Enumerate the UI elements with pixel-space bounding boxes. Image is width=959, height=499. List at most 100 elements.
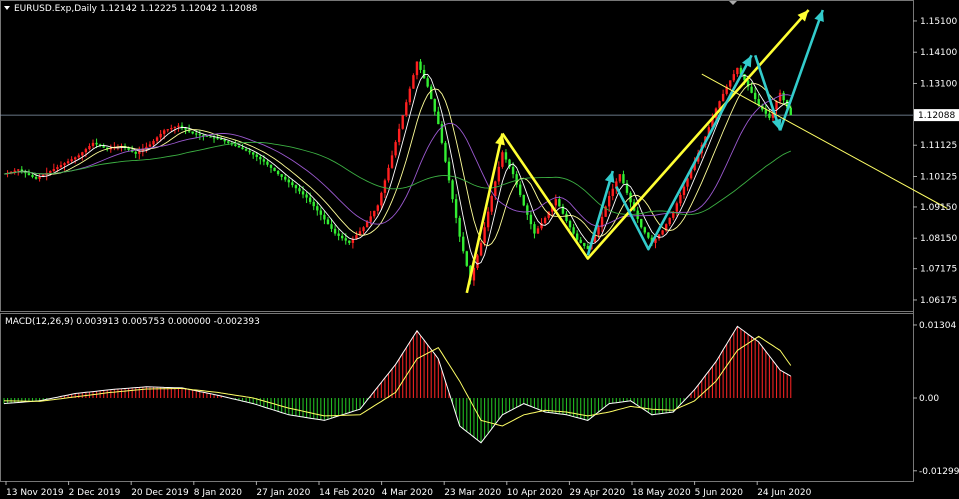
time-tick-label: 20 Dec 2019 [131,488,189,498]
candle-body [77,155,80,158]
candle-body [447,161,451,181]
macd-tick-label: 0.01304 [919,321,956,331]
candle-body [437,111,440,125]
candle-body [266,161,269,165]
price-tick-label: 1.06175 [920,296,957,306]
candle-body [84,149,88,153]
candle-body [255,154,258,157]
candle-body [198,134,201,136]
candle-body [565,213,568,222]
candle-body [483,227,486,243]
candle-body [326,219,330,225]
candle-body [462,236,465,252]
candle-body [430,86,433,100]
candle-body [401,115,404,129]
candle-body [526,205,529,215]
candle-body [248,150,251,153]
candle-body [17,169,20,171]
candle-body [216,138,219,140]
wave-arrowhead [814,10,824,23]
candle-body [753,92,757,100]
candle-body [102,145,105,148]
candle-body [52,169,56,172]
price-tick-label: 1.09150 [920,203,957,213]
scroll-marker-icon[interactable] [729,1,737,5]
candle-body [227,141,230,143]
candle-body [237,145,241,148]
candle-body [490,196,493,212]
time-tick-label: 24 Jun 2020 [757,488,811,498]
candle-body [732,74,735,81]
candle-body [95,142,98,145]
macd-line [3,325,792,444]
candle-body [330,224,333,229]
candle-body [333,228,337,234]
candle-body [419,61,422,70]
macd-tick-label: 0.00 [919,394,939,404]
candle-body [376,205,379,211]
candle-body [479,242,483,256]
candle-body [63,163,66,166]
candle-body [195,133,198,135]
candle-body [219,138,223,140]
candle-body [166,129,169,131]
candle-body [273,167,276,172]
candle-body [497,166,501,182]
price-tick-label: 1.08150 [920,234,957,244]
candle-body [284,176,287,180]
current-price-label: 1.12088 [918,111,955,121]
candle-body [579,239,582,243]
time-tick-label: 4 Mar 2020 [382,488,434,498]
wave-arrow-line [501,9,810,260]
price-tick-label: 1.11125 [920,141,957,151]
candle-body [276,171,280,175]
chart-canvas[interactable]: 1.15100 1.14100 1.13100 1.12088 1.11125 1.101… [0,0,959,499]
candle-body [155,137,159,141]
candle-body [66,161,70,164]
candle-body [13,170,16,172]
chart-menu-triangle-icon[interactable] [4,6,10,10]
candle-body [533,224,536,234]
candle-body [583,242,586,247]
candle-body [365,221,369,228]
price-tick-label: 1.14100 [920,48,957,58]
candle-body [259,156,262,160]
candle-body [668,217,671,225]
candle-body [383,180,387,193]
candle-body [134,151,137,154]
candle-body [465,251,468,266]
candle-body [789,107,792,116]
candle-body [408,88,412,103]
candle-body [568,221,572,228]
candle-body [244,149,248,151]
price-tick-label: 1.15100 [920,17,957,27]
candle-body [234,144,237,146]
candle-body [305,194,308,198]
candle-body [138,151,141,154]
candle-body [529,214,533,225]
candle-body [750,86,753,93]
candle-body [294,185,298,189]
candle-body [323,214,326,220]
price-tick-label: 1.13100 [920,79,957,89]
candle-body [679,194,682,204]
candle-body [291,182,294,186]
time-tick-label: 14 Feb 2020 [319,488,375,498]
candle-body [173,126,177,129]
candle-body [397,128,401,143]
candle-body [287,179,290,183]
candle-body [70,159,73,162]
candle-body [643,227,646,233]
time-tick-label: 5 Jun 2020 [695,488,744,498]
symbol-header: EURUSD.Exp,Daily 1.12142 1.12225 1.12042… [14,4,258,14]
candle-body [647,232,650,238]
candle-body [170,128,173,130]
candle-body [501,152,504,167]
candle-body [536,228,540,234]
time-tick-label: 18 May 2020 [632,488,691,498]
candle-body [348,240,351,243]
time-tick-label: 27 Jan 2020 [256,488,310,498]
candle-body [640,218,643,228]
candle-body [415,61,419,76]
candle-body [38,176,41,179]
